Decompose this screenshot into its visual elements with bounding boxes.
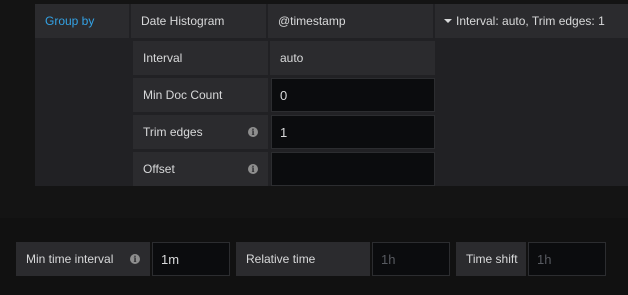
min-time-interval-input[interactable]: 1m [152, 242, 230, 276]
interval-select[interactable]: auto [270, 41, 435, 75]
trim-edges-label-cell: Trim edges i [133, 115, 268, 149]
info-icon[interactable]: i [248, 127, 258, 137]
group-by-label: Group by [35, 4, 129, 38]
min-time-interval-label: Min time interval [26, 252, 114, 266]
relative-time-input[interactable]: 1h [372, 242, 450, 276]
time-shift-input[interactable]: 1h [528, 242, 606, 276]
info-icon[interactable]: i [130, 254, 140, 264]
min-time-interval-label-cell: Min time interval i [16, 242, 150, 276]
trim-edges-label: Trim edges [143, 125, 203, 139]
min-doc-count-label: Min Doc Count [133, 78, 268, 112]
bucket-type-button[interactable]: Date Histogram [131, 4, 266, 38]
field-select-button[interactable]: @timestamp [268, 4, 433, 38]
offset-label: Offset [143, 162, 175, 176]
settings-summary-label: Interval: auto, Trim edges: 1 [456, 14, 605, 28]
caret-down-icon [444, 19, 452, 23]
interval-label: Interval [133, 41, 268, 75]
offset-input[interactable] [271, 152, 435, 186]
relative-time-label: Relative time [236, 242, 370, 276]
trim-edges-input[interactable]: 1 [271, 115, 435, 149]
info-icon[interactable]: i [248, 164, 258, 174]
offset-label-cell: Offset i [133, 152, 268, 186]
min-doc-count-input[interactable]: 0 [271, 78, 435, 112]
time-shift-label: Time shift [456, 242, 526, 276]
settings-toggle-button[interactable]: Interval: auto, Trim edges: 1 [435, 4, 628, 38]
